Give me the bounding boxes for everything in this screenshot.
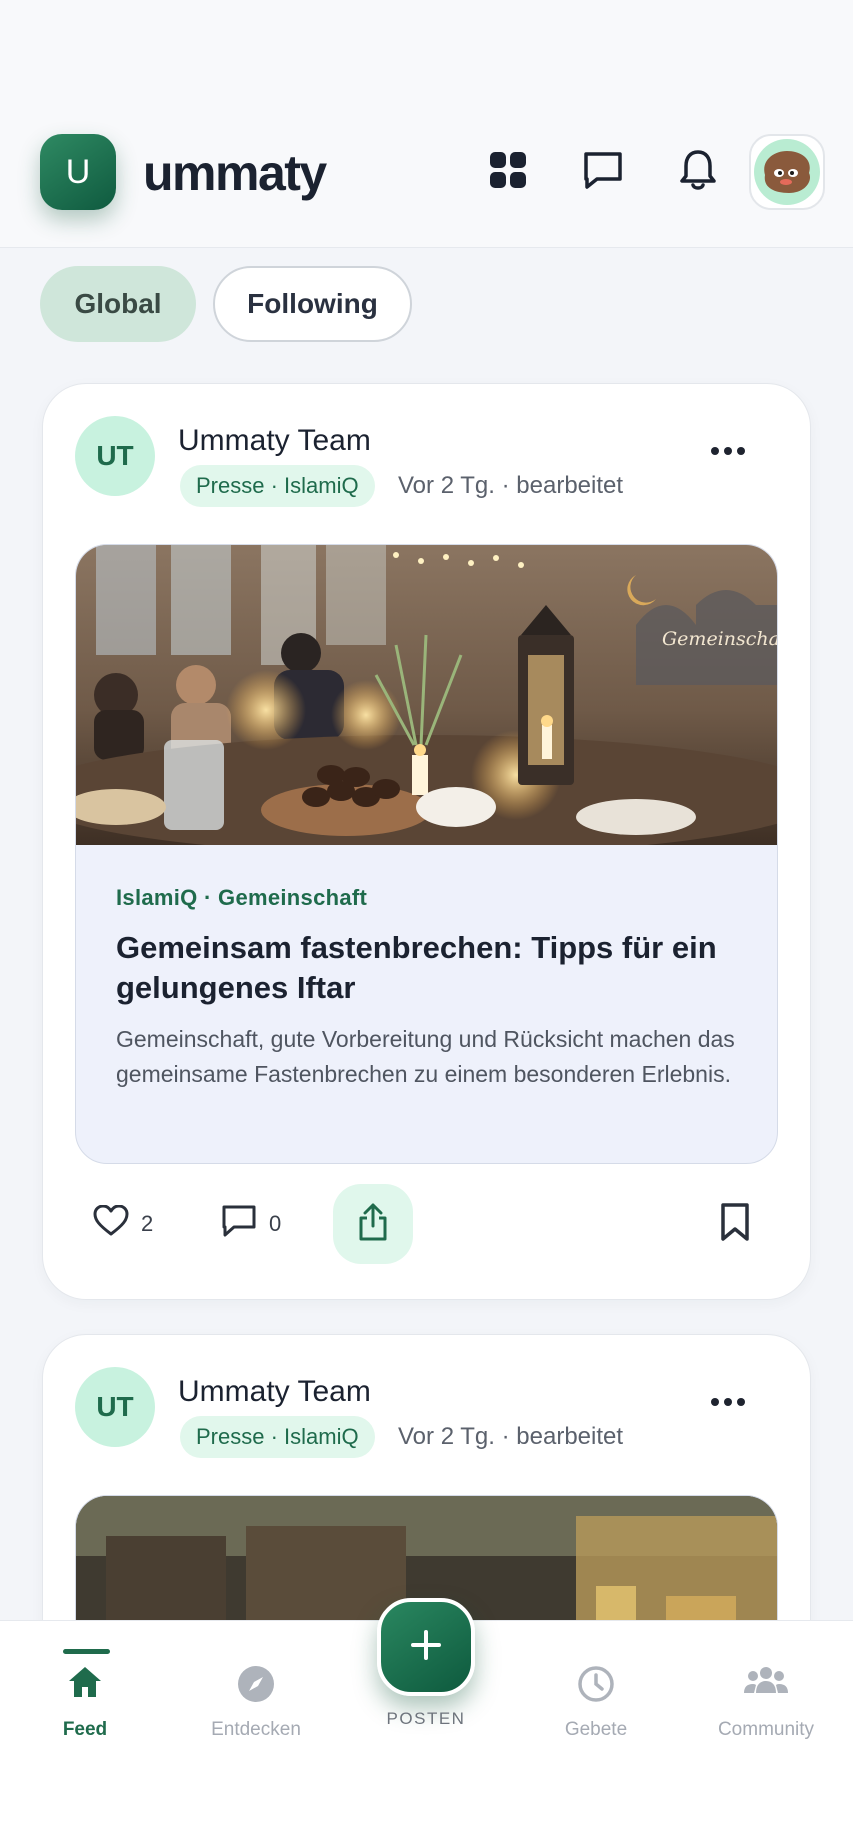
bell-icon[interactable] xyxy=(674,146,722,194)
post-meta: Vor 2 Tg. · bearbeitet xyxy=(398,1423,624,1450)
app-header: U ummaty xyxy=(0,0,853,248)
nav-label: Feed xyxy=(62,1719,108,1740)
post-actions: 2 0 xyxy=(43,1184,812,1264)
nav-label: Community xyxy=(717,1719,815,1740)
article-image: Gemeinschaft Stärkt Uns xyxy=(76,545,778,845)
create-post-button[interactable] xyxy=(377,1598,475,1696)
nav-label: Gebete xyxy=(564,1719,628,1740)
bookmark-icon[interactable] xyxy=(719,1202,751,1247)
profile-avatar[interactable] xyxy=(749,134,825,210)
comment-icon xyxy=(221,1204,257,1244)
nav-gebete[interactable]: Gebete xyxy=(511,1621,681,1761)
people-icon xyxy=(743,1665,789,1700)
clock-icon xyxy=(577,1665,615,1708)
article-source: IslamiQ · Gemeinschaft xyxy=(116,885,368,910)
nav-feed[interactable]: Feed xyxy=(0,1621,170,1761)
plus-icon xyxy=(409,1628,443,1667)
article-description: Gemeinschaft, gute Vorbereitung und Rück… xyxy=(116,1026,735,1087)
more-options-button[interactable] xyxy=(703,1387,753,1417)
source-tag: Presse · IslamiQ xyxy=(180,465,375,507)
image-banner-text: Gemeinschaft Stärkt Uns xyxy=(662,628,778,650)
chat-icon[interactable] xyxy=(579,146,627,194)
app-logo[interactable]: U xyxy=(40,134,116,210)
filter-global[interactable]: Global xyxy=(40,266,196,342)
grid-icon[interactable] xyxy=(484,146,532,194)
author-avatar[interactable]: UT xyxy=(75,416,155,496)
like-button[interactable]: 2 xyxy=(93,1184,153,1264)
article-title[interactable]: Gemeinsam fastenbrechen: Tipps für ein g… xyxy=(116,928,736,1008)
post-meta: Vor 2 Tg. · bearbeitet xyxy=(398,472,624,499)
author-name[interactable]: Ummaty Team xyxy=(178,1375,371,1409)
home-icon xyxy=(67,1665,103,1704)
source-tag: Presse · IslamiQ xyxy=(180,1416,375,1458)
nav-community[interactable]: Community xyxy=(681,1621,851,1761)
comment-count: 0 xyxy=(269,1211,282,1236)
filter-following[interactable]: Following xyxy=(213,266,412,342)
avatar xyxy=(754,139,820,205)
logo-letter: U xyxy=(65,152,91,191)
more-options-button[interactable] xyxy=(703,436,753,466)
post-card: UT Ummaty Team Presse · IslamiQ Vor 2 Tg… xyxy=(42,383,811,1300)
nav-label: Entdecken xyxy=(211,1719,301,1740)
fab-label: POSTEN xyxy=(386,1709,466,1728)
comment-button[interactable]: 0 xyxy=(221,1184,281,1264)
app-name: ummaty xyxy=(143,145,327,201)
nav-entdecken[interactable]: Entdecken xyxy=(171,1621,341,1761)
share-button[interactable] xyxy=(333,1184,413,1264)
like-count: 2 xyxy=(141,1211,154,1236)
active-indicator xyxy=(63,1649,110,1654)
compass-icon xyxy=(237,1665,275,1708)
author-name[interactable]: Ummaty Team xyxy=(178,424,371,458)
share-icon xyxy=(356,1202,390,1247)
heart-icon xyxy=(93,1204,129,1243)
author-avatar[interactable]: UT xyxy=(75,1367,155,1447)
article-preview[interactable]: Gemeinschaft Stärkt Uns xyxy=(75,544,778,1164)
